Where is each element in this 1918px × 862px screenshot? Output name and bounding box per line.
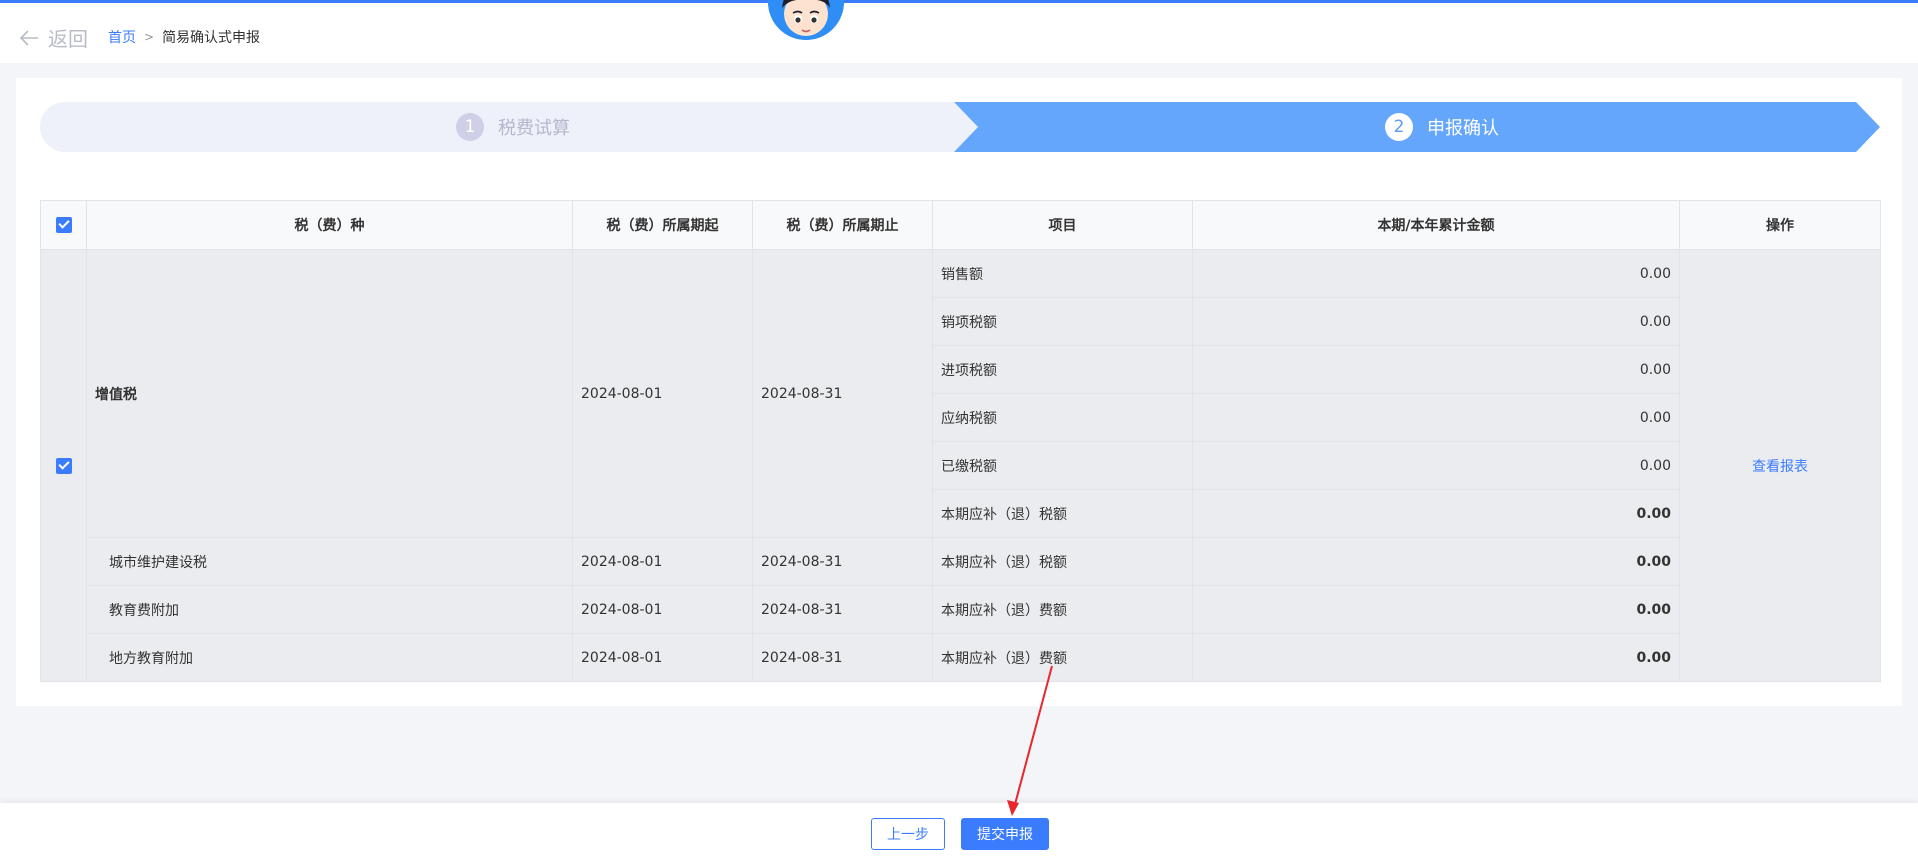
breadcrumb-current: 简易确认式申报 bbox=[162, 30, 261, 46]
period-end: 2024-08-31 bbox=[752, 249, 933, 538]
item-label: 本期应补（退）费额 bbox=[932, 633, 1193, 682]
col-header-item: 项目 bbox=[932, 200, 1193, 250]
item-label: 进项税额 bbox=[932, 345, 1193, 394]
tax-name: 城市维护建设税 bbox=[86, 537, 573, 586]
amount-value: 0.00 bbox=[1192, 297, 1680, 346]
col-header-action: 操作 bbox=[1679, 200, 1881, 250]
arrow-left-icon bbox=[19, 29, 38, 46]
item-label: 本期应补（退）费额 bbox=[932, 585, 1193, 634]
amount-value-total: 0.00 bbox=[1192, 585, 1680, 634]
amount-value: 0.00 bbox=[1192, 345, 1680, 394]
tax-table: 税（费）种 税（费）所属期起 税（费）所属期止 项目 本期/本年累计金额 操作 … bbox=[40, 200, 1881, 682]
table-header-row: 税（费）种 税（费）所属期起 税（费）所属期止 项目 本期/本年累计金额 操作 bbox=[40, 200, 1881, 250]
table-row: 地方教育附加 2024-08-01 2024-08-31 本期应补（退）费额 0… bbox=[41, 633, 1881, 682]
period-start: 2024-08-01 bbox=[572, 585, 753, 634]
tax-name: 地方教育附加 bbox=[86, 633, 573, 682]
stepper: 1 税费试算 2 申报确认 bbox=[40, 102, 1880, 152]
back-label: 返回 bbox=[48, 27, 88, 51]
item-label: 本期应补（退）税额 bbox=[932, 489, 1193, 538]
row-checkbox[interactable] bbox=[55, 457, 72, 474]
item-label: 应纳税额 bbox=[932, 393, 1193, 442]
amount-value: 0.00 bbox=[1192, 249, 1680, 298]
action-cell: 查看报表 bbox=[1679, 249, 1881, 682]
chevron-right-icon: > bbox=[144, 30, 155, 44]
previous-step-button[interactable]: 上一步 bbox=[871, 818, 945, 850]
col-header-period-start: 税（费）所属期起 bbox=[572, 200, 753, 250]
period-start: 2024-08-01 bbox=[572, 537, 753, 586]
period-end: 2024-08-31 bbox=[752, 537, 933, 586]
tax-name: 教育费附加 bbox=[86, 585, 573, 634]
step-2-label: 申报确认 bbox=[1427, 118, 1499, 139]
step-1-number: 1 bbox=[456, 113, 484, 141]
submit-declaration-button[interactable]: 提交申报 bbox=[961, 818, 1049, 850]
breadcrumb-home-link[interactable]: 首页 bbox=[108, 27, 136, 47]
main-card: 1 税费试算 2 申报确认 税（费）种 税（费）所属期起 税（费）所属期止 项目… bbox=[16, 78, 1902, 706]
col-header-tax-type: 税（费）种 bbox=[86, 200, 573, 250]
period-start: 2024-08-01 bbox=[572, 249, 753, 538]
view-report-link[interactable]: 查看报表 bbox=[1752, 459, 1808, 475]
stepper-background bbox=[40, 102, 1880, 152]
item-label: 销售额 bbox=[932, 249, 1193, 298]
table-row: 教育费附加 2024-08-01 2024-08-31 本期应补（退）费额 0.… bbox=[41, 585, 1881, 634]
period-end: 2024-08-31 bbox=[752, 633, 933, 682]
item-label: 本期应补（退）税额 bbox=[932, 537, 1193, 586]
amount-value: 0.00 bbox=[1192, 393, 1680, 442]
period-start: 2024-08-01 bbox=[572, 633, 753, 682]
step-2-number: 2 bbox=[1385, 113, 1413, 141]
amount-value: 0.00 bbox=[1192, 441, 1680, 490]
table-row: 城市维护建设税 2024-08-01 2024-08-31 本期应补（退）税额 … bbox=[41, 537, 1881, 586]
page-header: 返回 首页 > 简易确认式申报 bbox=[0, 3, 1918, 63]
breadcrumb: 首页 > 简易确认式申报 bbox=[108, 27, 260, 47]
table-row: 增值税 2024-08-01 2024-08-31 销售额 0.00 查看报表 bbox=[40, 249, 1881, 682]
step-declaration-confirm[interactable]: 2 申报确认 bbox=[1385, 102, 1499, 152]
footer-bar: 上一步 提交申报 bbox=[0, 803, 1918, 862]
period-end: 2024-08-31 bbox=[752, 585, 933, 634]
step-tax-calculation[interactable]: 1 税费试算 bbox=[456, 102, 570, 152]
item-label: 销项税额 bbox=[932, 297, 1193, 346]
select-all-checkbox[interactable] bbox=[55, 217, 72, 233]
step-1-label: 税费试算 bbox=[498, 118, 570, 139]
amount-value-total: 0.00 bbox=[1192, 537, 1680, 586]
back-button[interactable]: 返回 bbox=[18, 23, 88, 52]
row-select-cell bbox=[40, 249, 87, 682]
item-label: 已缴税额 bbox=[932, 441, 1193, 490]
col-header-amount: 本期/本年累计金额 bbox=[1192, 200, 1680, 250]
col-header-period-end: 税（费）所属期止 bbox=[752, 200, 933, 250]
tax-name-vat: 增值税 bbox=[86, 249, 573, 538]
select-all-cell bbox=[40, 200, 87, 250]
amount-value-total: 0.00 bbox=[1192, 489, 1680, 538]
amount-value-total: 0.00 bbox=[1192, 633, 1680, 682]
